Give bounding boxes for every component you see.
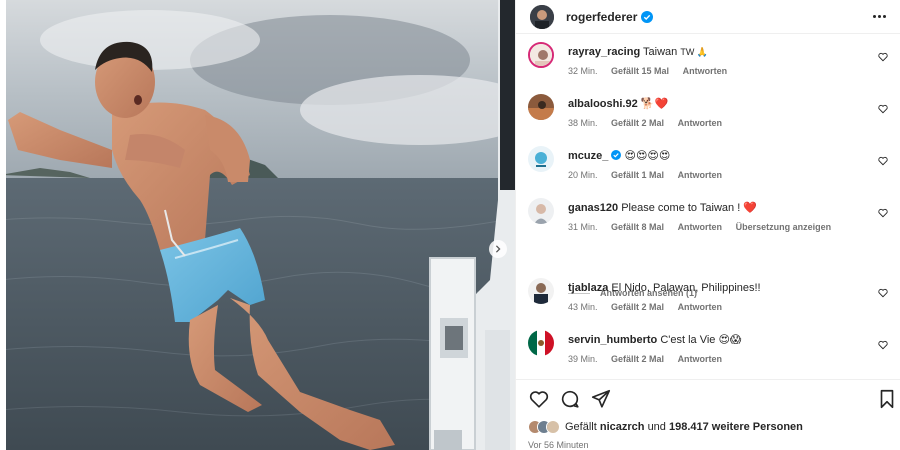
commenter-avatar[interactable]	[528, 278, 554, 304]
comment-time: 20 Min.	[568, 170, 598, 180]
reply-button[interactable]: Antworten	[683, 66, 728, 76]
reply-button[interactable]: Antworten	[678, 118, 723, 128]
verified-badge-icon	[611, 150, 622, 160]
reply-button[interactable]: Antworten	[678, 222, 723, 232]
post-actions-bar	[516, 388, 900, 412]
comment-likes[interactable]: Gefällt 2 Mal	[611, 354, 664, 364]
comment-text: Taiwan	[643, 46, 678, 58]
reply-button[interactable]: Antworten	[678, 302, 723, 312]
comment-time: 31 Min.	[568, 222, 598, 232]
likes-count[interactable]: 198.417 weitere Personen	[669, 421, 803, 433]
like-comment-heart-icon[interactable]	[878, 288, 888, 298]
comment-emoji: 😍😍😍😍	[624, 150, 671, 162]
owner-username[interactable]: rogerfederer	[566, 10, 637, 24]
comment-likes[interactable]: Gefällt 2 Mal	[611, 302, 664, 312]
comment-username[interactable]: albalooshi.92	[568, 98, 638, 110]
actions-divider	[516, 379, 900, 380]
comment-emoji: 🐕❤️	[640, 98, 669, 110]
like-comment-heart-icon[interactable]	[878, 208, 888, 218]
post-photo[interactable]	[0, 0, 515, 450]
like-comment-heart-icon[interactable]	[878, 156, 888, 166]
comment-emoji: 😍😱	[718, 334, 742, 346]
commenter-avatar[interactable]	[528, 42, 554, 68]
bookmark-icon[interactable]	[876, 388, 898, 410]
likes-summary: Gefällt nicazrch und 198.417 weitere Per…	[528, 420, 803, 434]
commenter-avatar[interactable]	[528, 146, 554, 172]
post-panel: rogerfederer rayray_racing Taiwan TW 🙏 3…	[515, 0, 900, 450]
comment-likes[interactable]: Gefällt 15 Mal	[611, 66, 669, 76]
comment-item: tjablaza El Nido, Palawan, Philippines!!…	[528, 276, 890, 326]
comment-username[interactable]: tjablaza	[568, 282, 608, 294]
commenter-avatar[interactable]	[528, 198, 554, 224]
comment-item: albalooshi.92 🐕❤️ 38 Min. Gefällt 2 Mal …	[528, 92, 890, 142]
verified-badge-icon	[641, 10, 654, 23]
comment-item: ganas120 Please come to Taiwan ! ❤️ 31 M…	[528, 196, 890, 246]
comment-likes[interactable]: Gefällt 2 Mal	[611, 118, 664, 128]
likes-prefix: Gefällt	[565, 421, 597, 433]
comment-text: El Nido, Palawan, Philippines!!	[611, 282, 761, 294]
next-image-button[interactable]	[489, 240, 507, 258]
owner-avatar[interactable]	[530, 4, 554, 29]
like-comment-heart-icon[interactable]	[878, 340, 888, 350]
comment-username[interactable]: mcuze_	[568, 150, 608, 162]
chevron-right-icon	[495, 245, 501, 253]
likes-text: Gefällt nicazrch und 198.417 weitere Per…	[565, 421, 803, 433]
comment-item: servin_humberto C'est la Vie 😍😱 39 Min. …	[528, 328, 890, 378]
comment-time: 39 Min.	[568, 354, 598, 364]
comment-icon[interactable]	[559, 388, 581, 410]
comment-item: rayray_racing Taiwan TW 🙏 32 Min. Gefäll…	[528, 40, 890, 90]
reply-button[interactable]: Antworten	[678, 354, 723, 364]
comment-emoji: TW 🙏	[680, 47, 709, 57]
like-comment-heart-icon[interactable]	[878, 104, 888, 114]
heart-icon[interactable]	[528, 388, 550, 410]
likes-middle: und	[647, 421, 666, 433]
liker-avatar	[546, 420, 560, 434]
comment-username[interactable]: rayray_racing	[568, 46, 640, 58]
liker-username[interactable]: nicazrch	[600, 421, 645, 433]
comment-text: Please come to Taiwan !	[621, 202, 741, 214]
comment-time: 32 Min.	[568, 66, 598, 76]
avatar-image	[530, 4, 554, 29]
comment-emoji: ❤️	[743, 202, 758, 214]
comment-username[interactable]: servin_humberto	[568, 334, 657, 346]
comment-username[interactable]: ganas120	[568, 202, 618, 214]
share-icon[interactable]	[590, 388, 612, 410]
post-timestamp[interactable]: Vor 56 Minuten	[528, 440, 589, 450]
translate-button[interactable]: Übersetzung anzeigen	[736, 222, 832, 232]
comment-time: 43 Min.	[568, 302, 598, 312]
more-options-icon[interactable]	[873, 15, 886, 18]
comment-item: mcuze_ 😍😍😍😍 20 Min. Gefällt 1 Mal Antwor…	[528, 144, 890, 194]
like-comment-heart-icon[interactable]	[878, 52, 888, 62]
image-left-edge	[0, 0, 6, 450]
instagram-post-view: rogerfederer rayray_racing Taiwan TW 🙏 3…	[0, 0, 900, 450]
comment-likes[interactable]: Gefällt 8 Mal	[611, 222, 664, 232]
comment-text: C'est la Vie	[660, 334, 716, 346]
post-header: rogerfederer	[516, 0, 900, 34]
reply-button[interactable]: Antworten	[678, 170, 723, 180]
comment-likes[interactable]: Gefällt 1 Mal	[611, 170, 664, 180]
commenter-avatar[interactable]	[528, 330, 554, 356]
photo-scene	[0, 0, 515, 450]
commenter-avatar[interactable]	[528, 94, 554, 120]
comment-time: 38 Min.	[568, 118, 598, 128]
